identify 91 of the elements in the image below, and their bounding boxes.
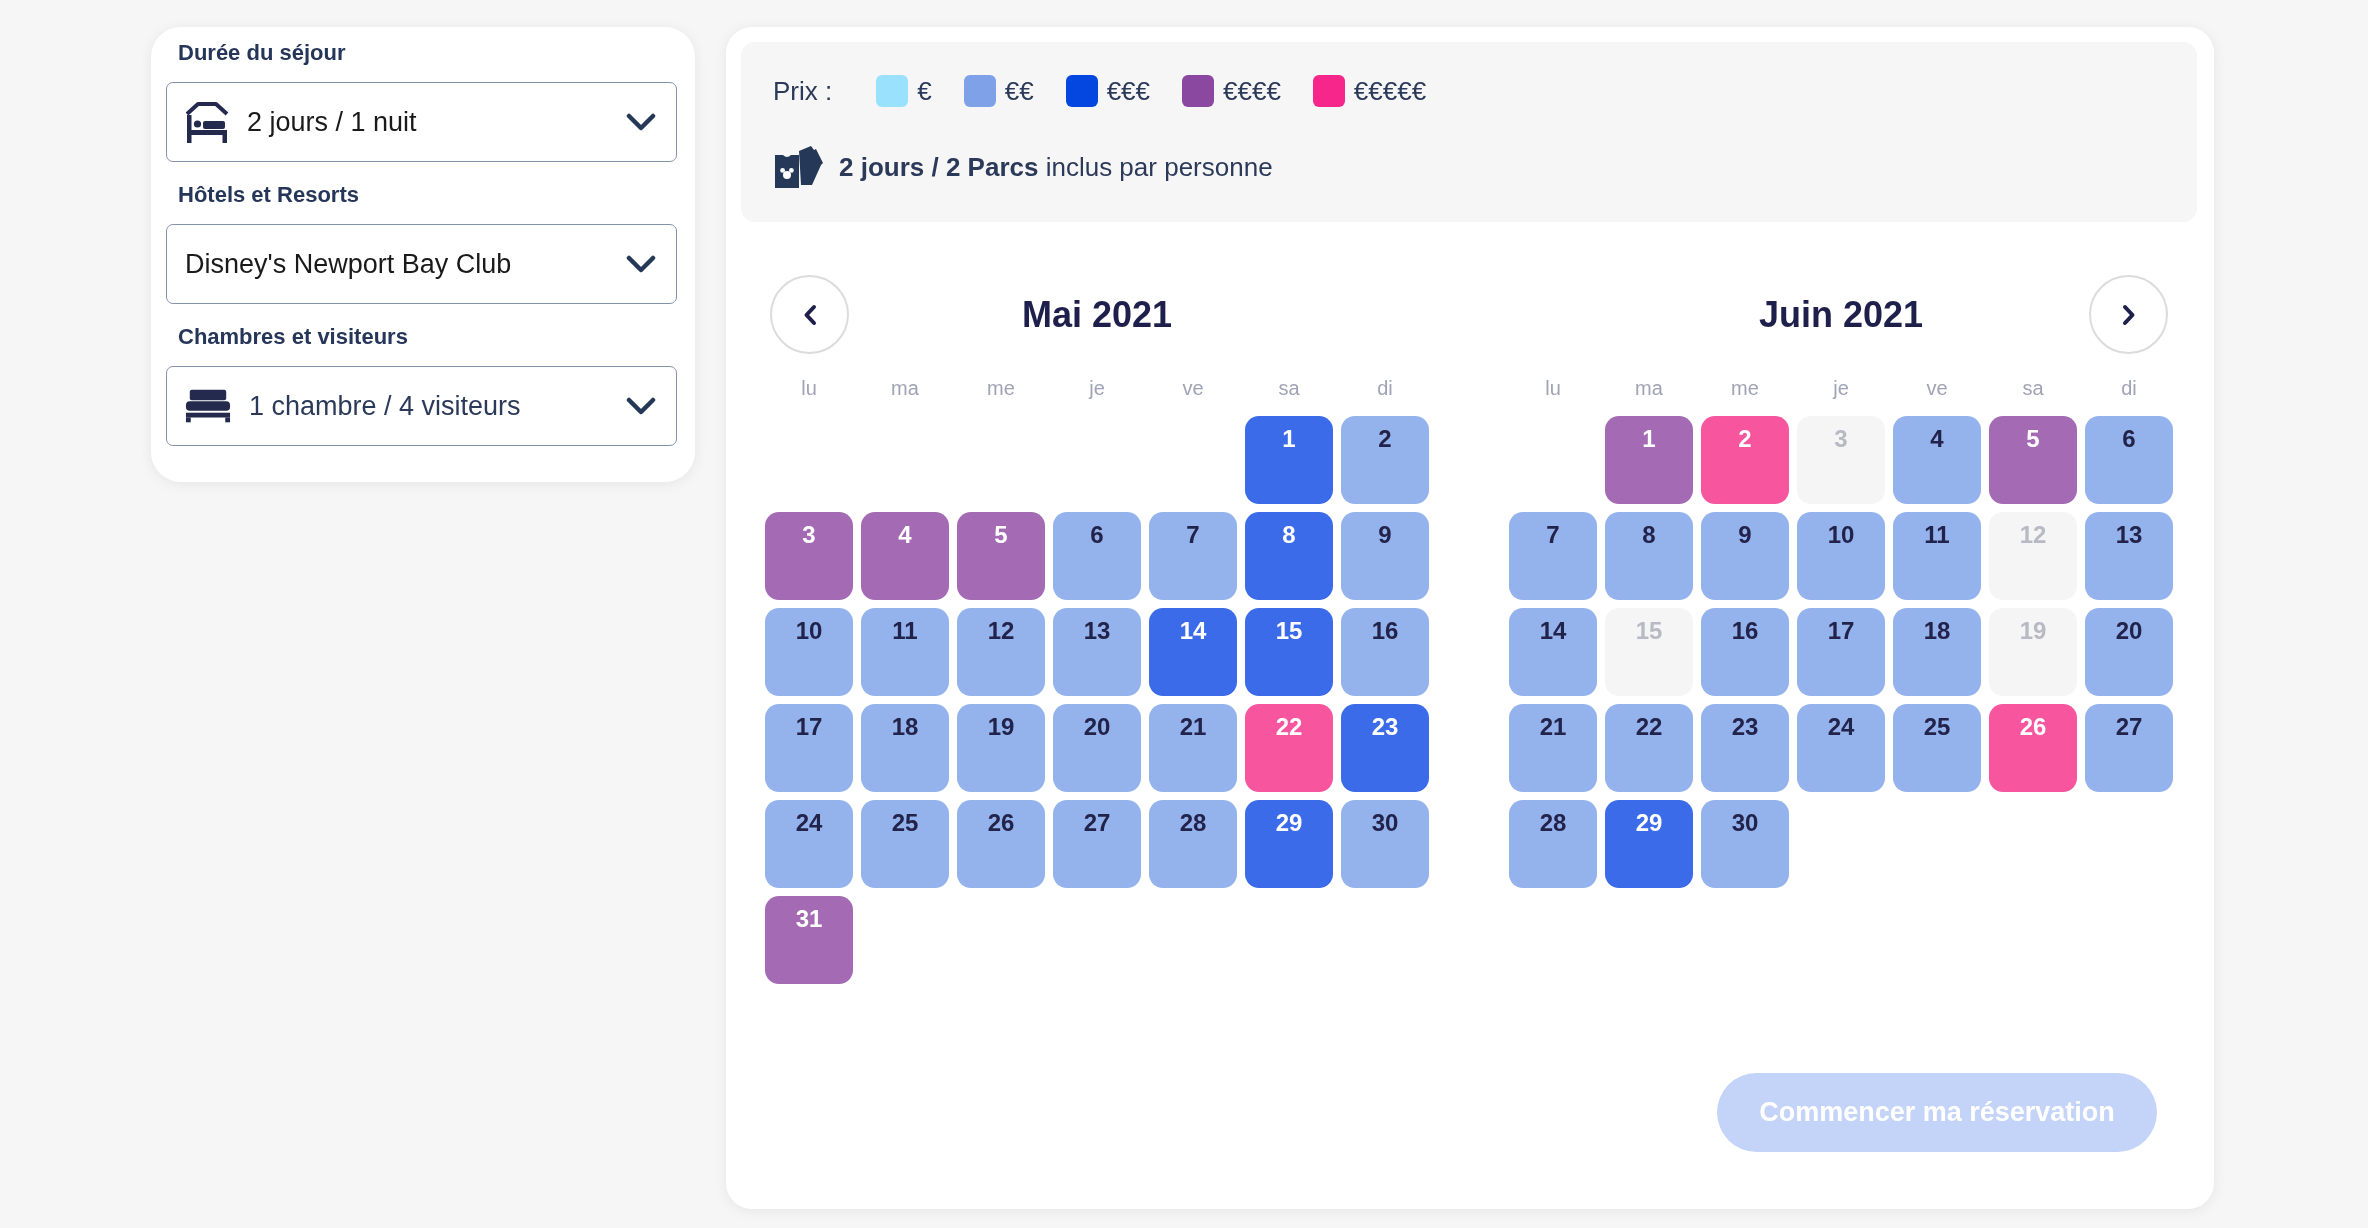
- date-button[interactable]: 11: [861, 608, 949, 696]
- date-button[interactable]: 10: [765, 608, 853, 696]
- chevron-down-icon: [626, 112, 656, 132]
- legend-title: Prix :: [773, 75, 833, 107]
- weekday-label: ve: [1182, 376, 1204, 401]
- date-button[interactable]: 29: [1605, 800, 1693, 888]
- field-label: Chambres et visiteurs: [178, 323, 408, 351]
- weekday-label: sa: [2022, 376, 2044, 401]
- weekday-label: di: [1377, 376, 1393, 401]
- date-button[interactable]: 12: [957, 608, 1045, 696]
- hotel-bed-icon: [185, 101, 229, 143]
- date-button[interactable]: 18: [1893, 608, 1981, 696]
- weekday-label: je: [1833, 376, 1849, 401]
- date-button[interactable]: 28: [1149, 800, 1237, 888]
- included-parks-text: 2 jours / 2 Parcs inclus par personne: [839, 151, 1273, 183]
- date-button[interactable]: 7: [1149, 512, 1237, 600]
- chevron-down-icon: [626, 396, 656, 416]
- date-button[interactable]: 20: [2085, 608, 2173, 696]
- date-button[interactable]: 13: [1053, 608, 1141, 696]
- date-button[interactable]: 28: [1509, 800, 1597, 888]
- date-button[interactable]: 21: [1509, 704, 1597, 792]
- date-button[interactable]: 25: [861, 800, 949, 888]
- chevron-down-icon: [626, 254, 656, 274]
- date-button[interactable]: 31: [765, 896, 853, 984]
- date-button[interactable]: 14: [1149, 608, 1237, 696]
- date-button[interactable]: 7: [1509, 512, 1597, 600]
- date-button[interactable]: 17: [765, 704, 853, 792]
- weekday-label: ma: [891, 376, 919, 401]
- date-button[interactable]: 27: [1053, 800, 1141, 888]
- dropdown[interactable]: Disney's Newport Bay Club: [166, 224, 677, 304]
- dropdown[interactable]: 2 jours / 1 nuit: [166, 82, 677, 162]
- date-button[interactable]: 18: [861, 704, 949, 792]
- chevron-right-icon: [2121, 303, 2136, 326]
- date-button[interactable]: 27: [2085, 704, 2173, 792]
- date-button[interactable]: 6: [2085, 416, 2173, 504]
- price-tier-label: €€€€€: [1353, 75, 1427, 107]
- tickets-icon: [773, 145, 823, 189]
- price-tier-label: €€€€: [1223, 75, 1281, 107]
- weekday-label: me: [1731, 376, 1759, 401]
- date-button[interactable]: 8: [1605, 512, 1693, 600]
- date-button[interactable]: 20: [1053, 704, 1141, 792]
- date-button[interactable]: 29: [1245, 800, 1333, 888]
- chevron-left-icon: [802, 303, 817, 326]
- weekday-label: ve: [1926, 376, 1948, 401]
- date-button[interactable]: 14: [1509, 608, 1597, 696]
- field-label: Durée du séjour: [178, 39, 346, 67]
- dropdown[interactable]: 1 chambre / 4 visiteurs: [166, 366, 677, 446]
- date-button[interactable]: 10: [1797, 512, 1885, 600]
- date-button[interactable]: 6: [1053, 512, 1141, 600]
- date-button[interactable]: 19: [957, 704, 1045, 792]
- date-button[interactable]: 1: [1245, 416, 1333, 504]
- price-tier-label: €€€: [1106, 75, 1150, 107]
- date-button[interactable]: 24: [765, 800, 853, 888]
- field-label: Hôtels et Resorts: [178, 181, 359, 209]
- date-button[interactable]: 4: [1893, 416, 1981, 504]
- weekday-label: lu: [801, 376, 817, 401]
- date-button[interactable]: 22: [1605, 704, 1693, 792]
- weekday-label: sa: [1278, 376, 1300, 401]
- date-button[interactable]: 15: [1245, 608, 1333, 696]
- date-button[interactable]: 16: [1341, 608, 1429, 696]
- date-button[interactable]: 23: [1701, 704, 1789, 792]
- date-button[interactable]: 5: [957, 512, 1045, 600]
- weekday-label: je: [1089, 376, 1105, 401]
- month-title: Mai 2021: [1021, 293, 1173, 336]
- date-button[interactable]: 3: [765, 512, 853, 600]
- date-button[interactable]: 13: [2085, 512, 2173, 600]
- date-button[interactable]: 23: [1341, 704, 1429, 792]
- date-button[interactable]: 2: [1341, 416, 1429, 504]
- month-title: Juin 2021: [1758, 293, 1924, 336]
- date-button[interactable]: 21: [1149, 704, 1237, 792]
- date-button[interactable]: 8: [1245, 512, 1333, 600]
- weekday-label: di: [2121, 376, 2137, 401]
- date-button[interactable]: 26: [957, 800, 1045, 888]
- date-button[interactable]: 30: [1701, 800, 1789, 888]
- date-button[interactable]: 9: [1701, 512, 1789, 600]
- weekday-label: lu: [1545, 376, 1561, 401]
- date-button[interactable]: 4: [861, 512, 949, 600]
- date-button[interactable]: 5: [1989, 416, 2077, 504]
- date-button[interactable]: 1: [1605, 416, 1693, 504]
- weekday-label: ma: [1635, 376, 1663, 401]
- price-tier-label: €: [917, 75, 932, 107]
- date-button[interactable]: 25: [1893, 704, 1981, 792]
- date-button[interactable]: 30: [1341, 800, 1429, 888]
- weekday-label: me: [987, 376, 1015, 401]
- date-button[interactable]: 9: [1341, 512, 1429, 600]
- date-button[interactable]: 17: [1797, 608, 1885, 696]
- date-button[interactable]: 11: [1893, 512, 1981, 600]
- bed-icon: [185, 389, 231, 423]
- price-tier-label: €€: [1004, 75, 1034, 107]
- date-button[interactable]: 24: [1797, 704, 1885, 792]
- date-button[interactable]: 16: [1701, 608, 1789, 696]
